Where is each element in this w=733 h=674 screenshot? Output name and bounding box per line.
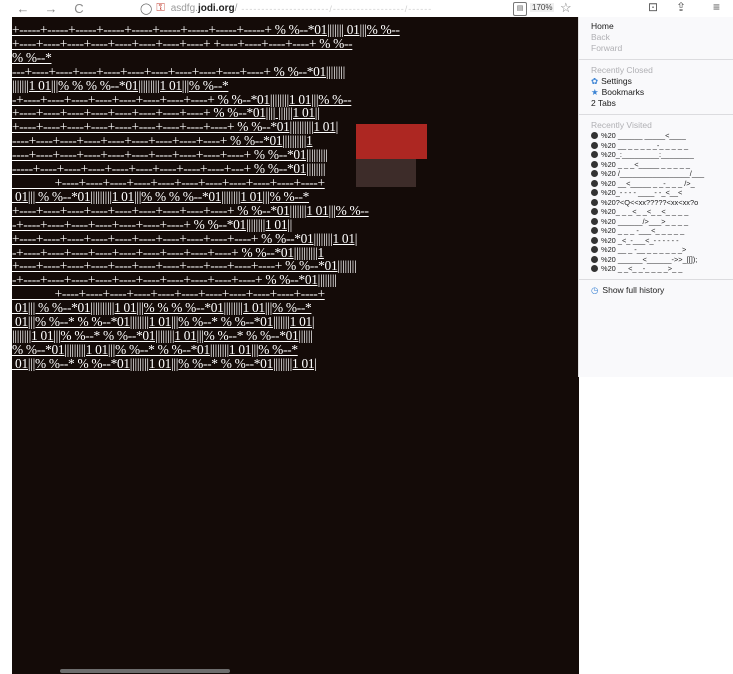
menu-separator (579, 59, 733, 60)
globe-icon (591, 246, 598, 253)
ascii-art-line: ---+----+----+----+----+----+----+----+-… (12, 63, 345, 79)
window-edge (0, 17, 12, 674)
forward-button[interactable]: → (40, 0, 62, 17)
ascii-art-line: ||||||||1 01|||% %--* % %--*01||||||||1 … (12, 327, 313, 343)
history-item[interactable]: %20 _<_-___<_- - - - - - (579, 236, 733, 246)
menu-separator (579, 278, 733, 280)
address-bar[interactable]: ◯ ⚿ asdfg.jodi.org/ --------------------… (140, 0, 540, 17)
ascii-art-line: -+----+----+----+----+----+----+----+---… (12, 244, 324, 260)
history-clock-icon: ◷ (591, 284, 599, 295)
ascii-art-line: +-----+-----+-----+-----+-----+-----+---… (12, 22, 400, 37)
reader-view-icon[interactable]: ▤ (513, 2, 527, 16)
globe-icon (591, 227, 598, 234)
horizontal-scrollbar[interactable] (60, 669, 230, 673)
recently-closed-settings[interactable]: ✿ Settings (579, 76, 733, 87)
ascii-art-line: ----+----+----+----+----+----+----+----+… (12, 133, 313, 149)
history-item[interactable]: %20 _ _ _ -___<_ _ _ _ _ (579, 226, 733, 236)
menu-back: Back (591, 32, 610, 42)
url-text[interactable]: asdfg.jodi.org/ (171, 3, 238, 14)
ascii-art-line: -+----+----+----+----+----+----+----+ % … (12, 216, 292, 232)
history-item[interactable]: %20_- - - - ____- -_<__< (579, 188, 733, 198)
back-arrow-icon: ← (16, 1, 30, 16)
history-item[interactable]: %20 _ _ _<_____ _ _ _ _ _ (579, 160, 733, 170)
ascii-art: +-----+-----+-----+-----+-----+-----+---… (12, 23, 400, 371)
history-item[interactable]: %20 ______<______->>_[[]); (579, 255, 733, 265)
recently-visited-header: Recently Visited (591, 120, 652, 130)
history-item[interactable]: %20 __ _ -__ _ _ _ _ _ _> (579, 245, 733, 255)
extensions-icon[interactable]: ⇪ (676, 0, 686, 14)
history-item[interactable]: %20 __<_____ _ _-_ _ _ />_ (579, 179, 733, 189)
globe-icon (591, 151, 598, 158)
page-content[interactable]: +-----+-----+-----+-----+-----+-----+---… (12, 17, 579, 674)
history-item[interactable]: %20_ _ _<_ _<_ _<_ _ _ _ (579, 207, 733, 217)
ascii-art-line: +----+----+----+----+----+----+----+----… (12, 119, 338, 135)
ascii-art-line: +----+----+----+----+----+----+----+----… (12, 230, 358, 246)
ascii-art-line: 01|||% %--* % %--*01||||||||1 01|||% %--… (12, 355, 317, 371)
ascii-art-line: ----+----+----+----+----+----+----+----+… (12, 147, 328, 163)
shield-icon: ◯ (140, 3, 153, 15)
star-icon: ★ (591, 87, 599, 97)
globe-icon (591, 198, 598, 206)
globe-icon (591, 132, 598, 139)
back-button[interactable]: ← (12, 0, 34, 17)
ascii-art-line: % %--*01|||||||||1 01|||% %--* % %--*01|… (12, 341, 298, 357)
history-item[interactable]: %20 ______/>___>_ _ _ _ (579, 217, 733, 227)
history-item[interactable]: %20?<Q<<xx?????<xx<xx?o (579, 198, 733, 208)
recently-closed-tabs[interactable]: 2 Tabs (579, 98, 733, 109)
ascii-art-line: +----+----+----+----+----+----+----+----… (12, 258, 357, 274)
globe-icon (591, 265, 598, 272)
globe-icon (591, 189, 598, 196)
show-full-history-button[interactable]: ◷ Show full history (579, 285, 733, 296)
recently-closed-header: Recently Closed (591, 65, 653, 75)
recently-closed-bookmarks[interactable]: ★ Bookmarks (579, 87, 733, 98)
history-item[interactable]: %20 ______ _____<____ (579, 131, 733, 141)
globe-icon (591, 141, 598, 149)
menu-forward: Forward (591, 43, 623, 53)
menu-separator (579, 114, 733, 115)
globe-icon (591, 160, 598, 168)
ascii-art-line: -+----+----+----+----+----+----+----+---… (12, 272, 337, 288)
globe-icon (591, 208, 598, 215)
ascii-art-line: +----+----+----+----+----+----+----+----… (12, 202, 369, 218)
ascii-art-line: % %--* (12, 49, 52, 65)
ascii-art-line: +----+----+----+----+----+----+----+----… (12, 174, 325, 190)
reload-icon: C (74, 1, 84, 16)
ascii-art-line: +----+----+----+----+----+----+----+----… (12, 35, 353, 51)
bookmark-star-icon[interactable]: ☆ (560, 0, 572, 16)
browser-toolbar: ← → C ◯ ⚿ asdfg.jodi.org/ --------------… (0, 0, 733, 17)
ascii-art-line: 01||| % %--*01||||||||||1 01|||% % % %--… (12, 300, 312, 316)
ascii-art-line: +----+----+----+----+----+----+----+----… (12, 105, 320, 121)
ascii-art-line: 01||| % %--*01|||||||||1 01|||% % % %--*… (12, 188, 310, 204)
ascii-art-line: +----+----+----+----+----+----+----+----… (12, 286, 325, 302)
history-item[interactable]: %20 __ _ _ _ _ _-_ _ _ _ _ (579, 141, 733, 151)
zoom-level[interactable]: 170% (530, 3, 555, 12)
globe-icon (591, 179, 598, 187)
history-item[interactable]: %20 _ _<_ _-_ _ _ _>_ _ (579, 264, 733, 274)
history-item[interactable]: %20 /_________________/___ (579, 169, 733, 179)
ascii-art-line: -----+----+----+----+----+----+----+----… (12, 161, 326, 177)
insecure-lock-icon[interactable]: ⚿ (156, 2, 164, 15)
url-path: ----------------------/-----------------… (241, 3, 433, 14)
ascii-art-line: -+----+----+----+----+----+----+----+---… (12, 91, 352, 107)
reload-button[interactable]: C (68, 0, 90, 17)
pocket-icon[interactable]: ⊡ (648, 0, 658, 14)
globe-icon (591, 170, 598, 177)
globe-icon (591, 236, 598, 244)
ascii-art-line: |||||||1 01|||% % % %--*01|||||||||1 01|… (12, 77, 229, 93)
menu-home[interactable]: Home (579, 21, 733, 32)
menu-icon[interactable]: ≡ (713, 0, 720, 14)
gear-icon: ✿ (591, 76, 599, 86)
globe-icon (591, 217, 598, 225)
globe-icon (591, 255, 598, 263)
ascii-art-line: 01|||% %--* % %--*01||||||||1 01|||% %--… (12, 314, 315, 330)
history-item[interactable]: %20_:_________:________ (579, 150, 733, 160)
forward-arrow-icon: → (44, 1, 58, 16)
history-menu-panel: Home Back Forward Recently Closed ✿ Setting… (579, 17, 733, 377)
